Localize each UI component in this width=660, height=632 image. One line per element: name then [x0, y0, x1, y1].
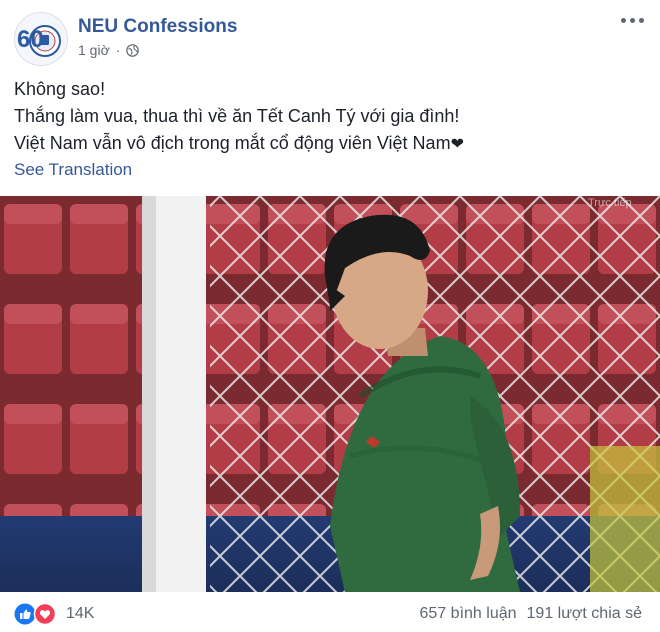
post-header: 60 NEU Confessions 1 giờ · — [0, 0, 660, 66]
post-line: Việt Nam vẫn vô địch trong mắt cổ động v… — [14, 130, 644, 158]
post-message: Không sao! Thắng làm vua, thua thì về ăn… — [14, 76, 644, 158]
love-icon — [33, 603, 57, 625]
reaction-count[interactable]: 14K — [66, 605, 94, 623]
post-time[interactable]: 1 giờ — [78, 42, 110, 58]
post-meta: 1 giờ · — [78, 42, 140, 58]
page-name-link[interactable]: NEU Confessions — [78, 16, 237, 38]
reaction-icons[interactable] — [14, 603, 62, 625]
engagement-stats: 657 bình luận 191 lượt chia sẻ — [420, 605, 642, 623]
like-icon — [14, 603, 36, 625]
share-count[interactable]: 191 lượt chia sẻ — [527, 605, 642, 623]
avatar-numeral: 60 — [17, 26, 44, 53]
comment-count[interactable]: 657 bình luận — [420, 605, 517, 623]
photo-illustration: Trực tiếp — [0, 196, 660, 592]
post-line: Không sao! — [14, 79, 106, 99]
more-dot-icon — [630, 18, 635, 23]
globe-icon[interactable] — [126, 43, 140, 57]
post-footer: 14K 657 bình luận 191 lượt chia sẻ — [0, 596, 660, 632]
see-translation-link[interactable]: See Translation — [14, 160, 132, 180]
post-photo[interactable]: Trực tiếp — [0, 196, 660, 592]
meta-separator: · — [115, 42, 121, 58]
heart-icon: ❤ — [450, 136, 464, 153]
more-dot-icon — [639, 18, 644, 23]
photo-watermark: Trực tiếp — [588, 197, 632, 209]
more-dot-icon — [621, 18, 626, 23]
page-avatar[interactable]: 60 — [14, 12, 68, 66]
post-line: Thắng làm vua, thua thì về ăn Tết Canh T… — [14, 106, 460, 126]
avatar-logo: 60 — [15, 13, 67, 65]
post-line-text: Việt Nam vẫn vô địch trong mắt cổ động v… — [14, 133, 451, 153]
more-options-button[interactable] — [621, 18, 644, 23]
